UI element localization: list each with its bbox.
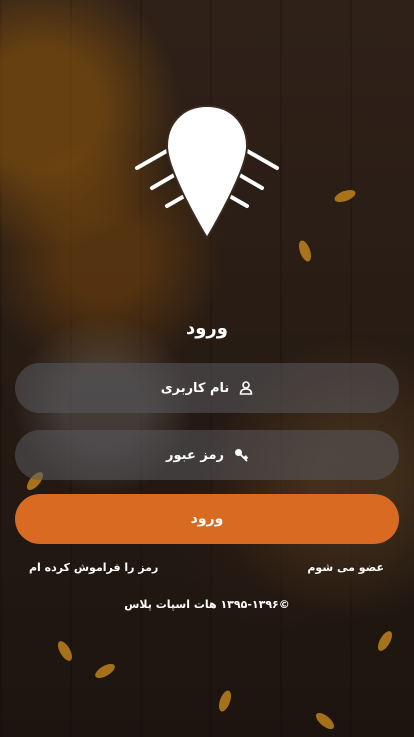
forgot-password-link[interactable]: رمز را فراموش کرده ام: [29, 561, 158, 574]
location-pin-wifi-icon: [135, 104, 279, 240]
copyright-footer: ©۱۳۹۵-۱۳۹۶ هات اسپات پلاس: [124, 598, 290, 611]
page-title: ورود: [186, 318, 228, 339]
username-field[interactable]: نام کاربری: [15, 363, 399, 413]
register-link[interactable]: عضو می شوم: [307, 561, 384, 574]
login-button[interactable]: ورود: [15, 494, 399, 544]
password-field[interactable]: رمز عبور: [15, 430, 399, 480]
